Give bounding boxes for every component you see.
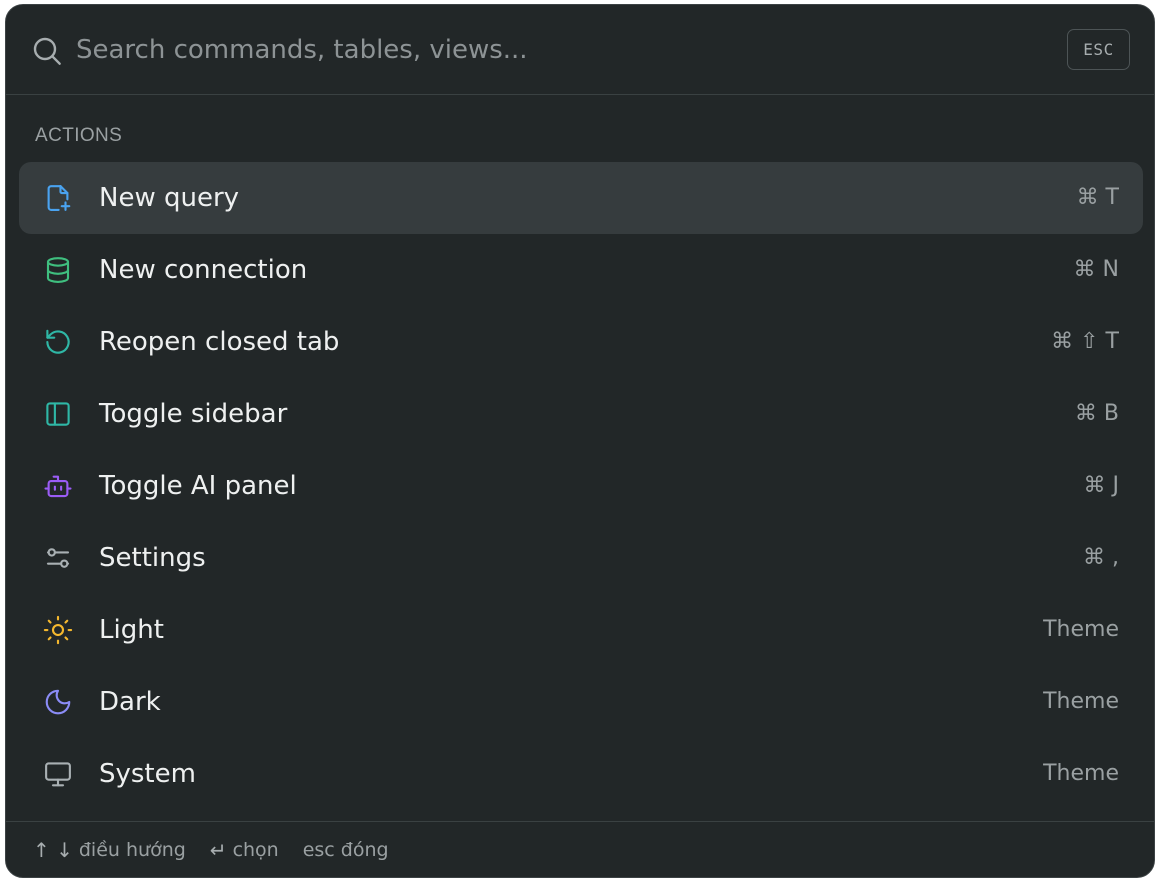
command-item-toggle-ai-panel[interactable]: Toggle AI panel ⌘ J xyxy=(19,450,1143,522)
command-label: System xyxy=(99,759,196,789)
rotate-ccw-icon xyxy=(42,326,74,358)
command-item-settings[interactable]: Settings ⌘ , xyxy=(19,522,1143,594)
theme-hint: Theme xyxy=(1043,761,1119,786)
theme-hint: Theme xyxy=(1043,689,1119,714)
search-input[interactable] xyxy=(76,29,1036,71)
command-label: Light xyxy=(99,615,164,645)
sidebar-icon xyxy=(42,398,74,430)
select-label: chọn xyxy=(232,838,279,861)
search-icon xyxy=(31,35,63,67)
command-item-reopen-closed-tab[interactable]: Reopen closed tab ⌘ ⇧ T xyxy=(19,306,1143,378)
command-palette: ESC ACTIONS New query ⌘ T xyxy=(5,4,1155,878)
sliders-icon xyxy=(42,542,74,574)
file-plus-icon xyxy=(42,182,74,214)
bot-icon xyxy=(42,470,74,502)
command-item-theme-system[interactable]: System Theme xyxy=(19,738,1143,810)
close-label: đóng xyxy=(340,838,389,861)
command-label: Reopen closed tab xyxy=(99,327,340,357)
command-label: Dark xyxy=(99,687,161,717)
shortcut-hint: ⌘ J xyxy=(1083,473,1119,498)
close-hint: esc đóng xyxy=(303,839,389,861)
shortcut-hint: ⌘ B xyxy=(1074,401,1119,426)
command-label: New connection xyxy=(99,255,308,285)
select-hint: ↵ chọn xyxy=(210,838,279,862)
theme-hint: Theme xyxy=(1043,617,1119,642)
arrow-keys-icon: ↑ ↓ xyxy=(33,837,73,862)
shortcut-hint: ⌘ N xyxy=(1073,257,1119,282)
database-icon xyxy=(42,254,74,286)
command-list: New query ⌘ T New connection ⌘ N Reopen … xyxy=(19,162,1143,810)
keyboard-hints-footer: ↑ ↓ điều hướng ↵ chọn esc đóng xyxy=(6,821,1154,877)
section-heading-actions: ACTIONS xyxy=(35,125,123,146)
moon-icon xyxy=(42,686,74,718)
navigate-label: điều hướng xyxy=(78,838,186,861)
command-item-new-query[interactable]: New query ⌘ T xyxy=(19,162,1143,234)
esc-key-label: esc xyxy=(302,838,335,861)
command-label: Settings xyxy=(99,543,206,573)
search-bar: ESC xyxy=(6,5,1154,95)
command-item-theme-light[interactable]: Light Theme xyxy=(19,594,1143,666)
shortcut-hint: ⌘ T xyxy=(1076,185,1119,210)
command-label: New query xyxy=(99,183,240,213)
command-label: Toggle sidebar xyxy=(99,399,288,429)
command-item-new-connection[interactable]: New connection ⌘ N xyxy=(19,234,1143,306)
enter-key-icon: ↵ xyxy=(209,837,227,862)
shortcut-hint: ⌘ , xyxy=(1083,545,1119,570)
sun-icon xyxy=(42,614,74,646)
command-label: Toggle AI panel xyxy=(99,471,297,501)
monitor-icon xyxy=(42,758,74,790)
esc-button[interactable]: ESC xyxy=(1067,29,1130,70)
shortcut-hint: ⌘ ⇧ T xyxy=(1051,329,1119,354)
navigate-hint: ↑ ↓ điều hướng xyxy=(33,838,186,862)
command-item-theme-dark[interactable]: Dark Theme xyxy=(19,666,1143,738)
command-item-toggle-sidebar[interactable]: Toggle sidebar ⌘ B xyxy=(19,378,1143,450)
